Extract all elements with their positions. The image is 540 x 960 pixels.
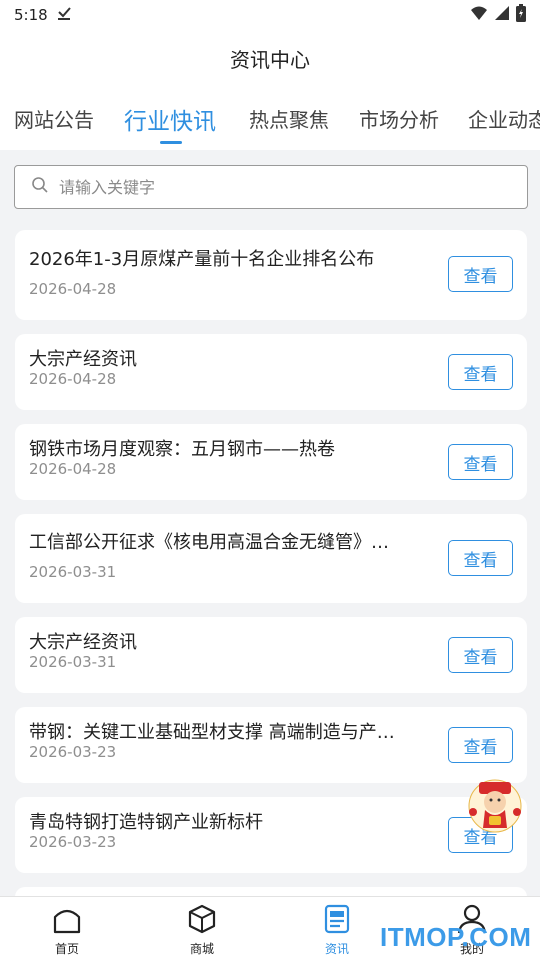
news-date: 2026-03-31 xyxy=(29,563,117,581)
nav-label-shop: 商城 xyxy=(189,942,214,956)
download-done-icon xyxy=(56,5,72,25)
watermark-text: ITMOP.COM xyxy=(380,922,532,952)
status-time: 5:18 xyxy=(14,6,48,24)
news-title: 大宗产经资讯 xyxy=(29,632,137,653)
box-icon xyxy=(188,904,216,934)
news-title: 带钢：关键工业基础型材支撑 高端制造与产… xyxy=(29,722,395,743)
battery-icon xyxy=(516,4,526,26)
news-card[interactable]: 工信部公开征求《核电用高温合金无缝管》… 2026-03-31 查看 xyxy=(15,514,527,603)
tab-announcements[interactable]: 网站公告 xyxy=(14,104,94,133)
news-date: 2026-03-23 xyxy=(29,743,117,761)
news-date: 2026-03-31 xyxy=(29,653,117,671)
news-card[interactable]: 大宗产经资讯 2026-03-31 查看 xyxy=(15,617,527,693)
page-header: 资讯中心 xyxy=(0,30,540,86)
tab-hot-topics[interactable]: 热点聚焦 xyxy=(249,104,329,133)
news-card[interactable]: 2026年1-3月原煤产量前十名企业排名公布 2026-04-28 查看 xyxy=(15,230,527,320)
nav-item-news[interactable]: 资讯 xyxy=(297,903,377,957)
wifi-icon xyxy=(470,5,488,25)
search-box[interactable] xyxy=(14,165,528,209)
view-button[interactable]: 查看 xyxy=(448,637,513,673)
nav-label-news: 资讯 xyxy=(324,942,349,956)
category-tabs: 网站公告 行业快讯 热点聚焦 市场分析 企业动态 xyxy=(0,86,540,150)
news-card[interactable]: 大宗产经资讯 2026-04-28 查看 xyxy=(15,334,527,410)
view-button[interactable]: 查看 xyxy=(448,256,513,292)
nav-item-shop[interactable]: 商城 xyxy=(162,903,242,957)
view-button[interactable]: 查看 xyxy=(448,727,513,763)
search-icon xyxy=(31,176,49,198)
news-title: 2026年1-3月原煤产量前十名企业排名公布 xyxy=(29,249,375,270)
god-of-wealth-icon xyxy=(468,779,522,833)
signal-icon xyxy=(494,5,510,25)
news-card[interactable]: 带钢：关键工业基础型材支撑 高端制造与产… 2026-03-23 查看 xyxy=(15,707,527,783)
news-date: 2026-03-23 xyxy=(29,833,117,851)
nav-item-home[interactable]: 首页 xyxy=(27,903,107,957)
news-date: 2026-04-28 xyxy=(29,460,117,478)
tab-market-analysis[interactable]: 市场分析 xyxy=(359,104,439,133)
view-button[interactable]: 查看 xyxy=(448,354,513,390)
news-icon xyxy=(324,904,350,934)
tab-company-news[interactable]: 企业动态 xyxy=(468,104,540,133)
status-right xyxy=(470,4,526,26)
news-card[interactable]: 钢铁市场月度观察：五月钢市——热卷 2026-04-28 查看 xyxy=(15,424,527,500)
news-title: 钢铁市场月度观察：五月钢市——热卷 xyxy=(29,439,335,460)
news-card[interactable]: 青岛特钢打造特钢产业新标杆 2026-03-23 查看 xyxy=(15,797,527,873)
nav-label-home: 首页 xyxy=(54,942,79,956)
page-title: 资讯中心 xyxy=(230,47,310,72)
active-tab-indicator xyxy=(160,141,182,144)
news-title: 大宗产经资讯 xyxy=(29,349,137,370)
news-title: 工信部公开征求《核电用高温合金无缝管》… xyxy=(29,532,389,553)
floating-promo-badge[interactable] xyxy=(463,776,527,836)
view-button[interactable]: 查看 xyxy=(448,444,513,480)
search-input[interactable] xyxy=(59,177,499,197)
news-title: 青岛特钢打造特钢产业新标杆 xyxy=(29,812,263,833)
tab-industry-news[interactable]: 行业快讯 xyxy=(124,102,216,136)
news-date: 2026-04-28 xyxy=(29,280,117,298)
status-bar: 5:18 xyxy=(0,0,540,30)
home-icon xyxy=(53,909,81,934)
news-date: 2026-04-28 xyxy=(29,370,117,388)
status-left: 5:18 xyxy=(14,5,72,25)
view-button[interactable]: 查看 xyxy=(448,540,513,576)
